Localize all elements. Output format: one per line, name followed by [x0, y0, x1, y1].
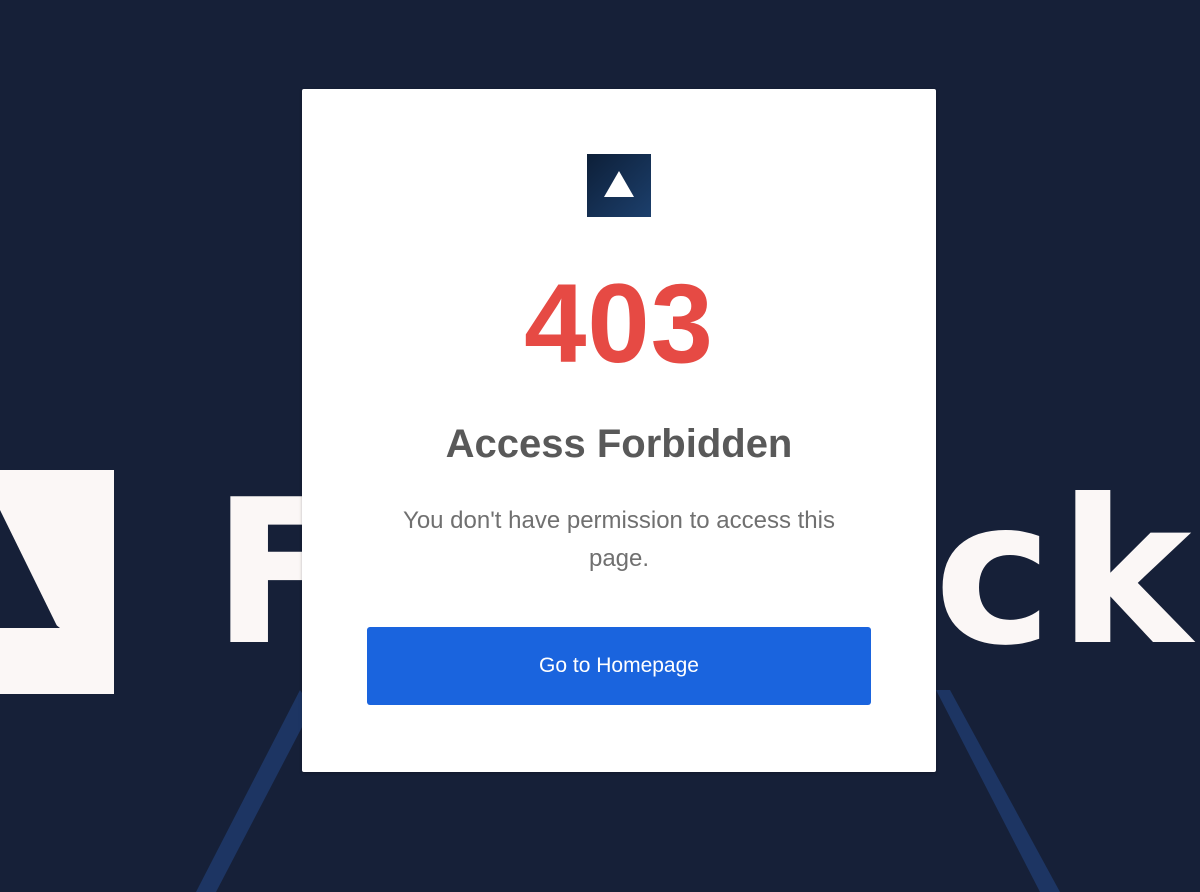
triangle-icon — [604, 171, 634, 197]
triangle-icon — [0, 510, 60, 628]
error-message: You don't have permission to access this… — [403, 507, 835, 572]
error-code: 403 — [524, 261, 714, 386]
error-dialog: 403 Access Forbidden You don't have perm… — [302, 89, 936, 772]
go-to-homepage-button[interactable]: Go to Homepage — [367, 627, 871, 705]
background-wordmark-right: ck — [934, 457, 1198, 690]
error-title: Access Forbidden — [445, 422, 793, 466]
background-logo-mark — [0, 470, 114, 694]
brand-logo — [587, 154, 651, 217]
